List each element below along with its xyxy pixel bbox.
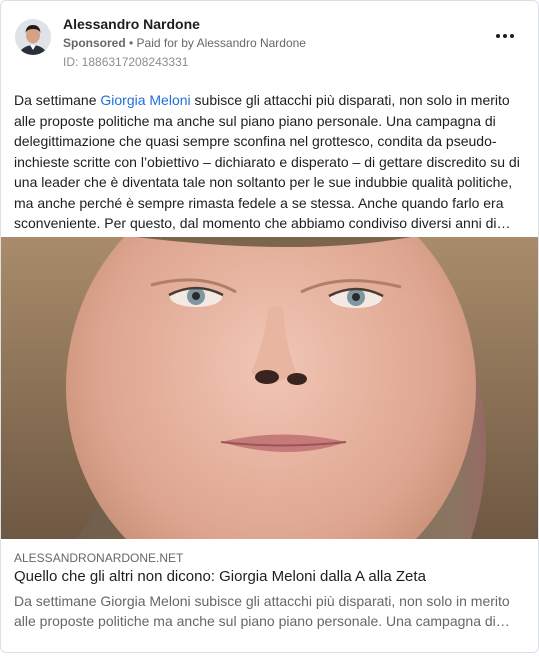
link-title[interactable]: Quello che gli altri non dicono: Giorgia… [14,568,426,585]
author-avatar[interactable] [15,19,51,55]
author-name[interactable]: Alessandro Nardone [63,16,200,32]
link-domain[interactable]: ALESSANDRONARDONE.NET [14,551,183,565]
ad-card: Alessandro Nardone Sponsored • Paid for … [0,0,539,653]
link-description[interactable]: Da settimane Giorgia Meloni subisce gli … [14,591,528,631]
sponsored-line: Sponsored • Paid for by Alessandro Nardo… [63,36,306,50]
paid-for-text: • Paid for by Alessandro Nardone [125,36,306,50]
author-avatar-image [15,19,51,55]
body-text-start: Da settimane [14,92,101,108]
ad-id: ID: 1886317208243331 [63,55,189,69]
post-body: Da settimane Giorgia Meloni subisce gli … [14,90,528,234]
link-preview-image[interactable] [1,237,538,539]
sponsored-label[interactable]: Sponsored [63,36,126,50]
ellipsis-icon[interactable] [496,29,516,43]
post-header: Alessandro Nardone Sponsored • Paid for … [1,1,538,81]
mention-link[interactable]: Giorgia Meloni [100,92,190,108]
portrait-photo [1,237,538,539]
body-text-rest: subisce gli attacchi più disparati, non … [14,92,520,231]
